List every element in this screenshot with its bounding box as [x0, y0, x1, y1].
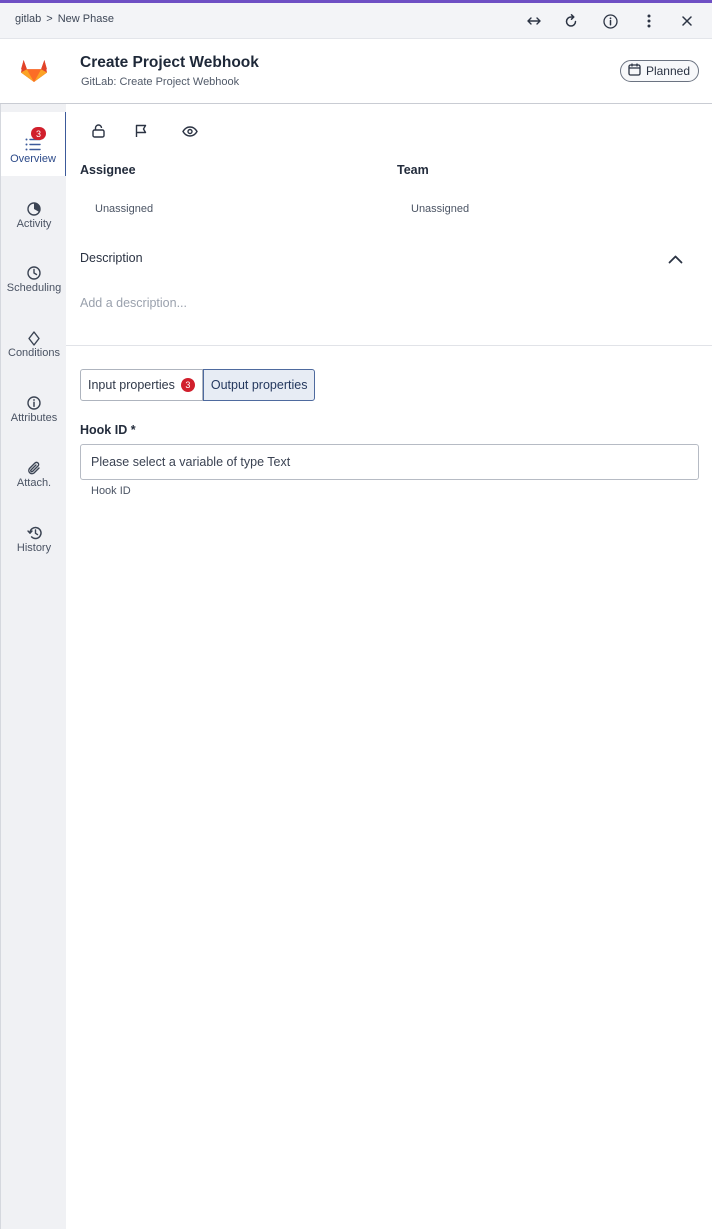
main-panel: Assignee Unassigned Team Unassigned Desc…	[66, 104, 712, 1229]
hook-id-help: Hook ID	[91, 485, 131, 497]
sidebar-item-label: Attributes	[10, 412, 58, 424]
sidebar-item-history[interactable]: History	[1, 501, 67, 565]
calendar-icon	[628, 63, 641, 79]
assignee-value[interactable]: Unassigned	[95, 203, 153, 215]
sidebar-item-overview[interactable]: 3 Overview	[1, 112, 67, 176]
more-vertical-icon[interactable]	[637, 9, 661, 33]
tab-output-properties[interactable]: Output properties	[202, 369, 316, 401]
sidebar-item-label: Activity	[16, 218, 52, 230]
team-label: Team	[397, 163, 429, 177]
eye-icon[interactable]	[180, 121, 200, 141]
breadcrumb-separator: >	[46, 13, 53, 25]
description-input[interactable]: Add a description...	[80, 296, 187, 310]
diamond-icon	[28, 330, 40, 346]
tab-label: Output properties	[210, 378, 308, 392]
gitlab-logo	[18, 53, 50, 85]
sidebar-item-scheduling[interactable]: Scheduling	[1, 241, 67, 305]
paperclip-icon	[27, 460, 41, 476]
sidebar-item-label: History	[16, 542, 52, 554]
assignee-label: Assignee	[80, 163, 136, 177]
clock-icon	[27, 265, 41, 281]
sidebar-item-label: Conditions	[8, 347, 60, 359]
hook-id-input[interactable]	[80, 444, 699, 480]
info-icon	[27, 395, 41, 411]
sidebar-item-label: Attach.	[16, 477, 52, 489]
phase-header: Create Project Webhook GitLab: Create Pr…	[0, 39, 712, 104]
page-subtitle: GitLab: Create Project Webhook	[81, 76, 240, 88]
history-icon	[26, 525, 42, 541]
sidebar: 3 Overview Activity Scheduling Condition…	[0, 104, 67, 1229]
window-titlebar: gitlab > New Phase	[0, 3, 712, 39]
status-label: Planned	[645, 64, 690, 78]
sidebar-item-label: Scheduling	[6, 282, 62, 294]
sidebar-item-attachments[interactable]: Attach.	[1, 436, 67, 500]
sidebar-item-conditions[interactable]: Conditions	[1, 306, 67, 370]
properties-tabs: Input properties 3 Output properties	[80, 369, 316, 401]
activity-icon	[27, 201, 41, 217]
breadcrumb: gitlab > New Phase	[15, 13, 114, 25]
section-divider	[66, 345, 712, 346]
sidebar-item-label: Overview	[10, 153, 56, 165]
team-value[interactable]: Unassigned	[411, 203, 469, 215]
status-badge[interactable]: Planned	[619, 60, 699, 82]
hook-id-label: Hook ID *	[80, 423, 136, 437]
breadcrumb-root[interactable]: gitlab	[15, 13, 41, 25]
tab-label: Input properties	[88, 378, 175, 392]
input-properties-badge: 3	[180, 378, 195, 392]
chevron-up-icon[interactable]	[664, 250, 686, 268]
overview-badge: 3	[31, 127, 46, 140]
flag-icon[interactable]	[131, 121, 151, 141]
page-title: Create Project Webhook	[80, 54, 259, 71]
close-icon[interactable]	[675, 9, 699, 33]
list-icon: 3	[25, 127, 46, 152]
unlock-icon[interactable]	[88, 121, 108, 141]
sidebar-item-activity[interactable]: Activity	[1, 177, 67, 241]
breadcrumb-current: New Phase	[57, 13, 114, 25]
refresh-icon[interactable]	[559, 9, 583, 33]
expand-horizontal-icon[interactable]	[522, 9, 546, 33]
tab-input-properties[interactable]: Input properties 3	[80, 369, 203, 401]
description-title: Description	[80, 251, 143, 265]
sidebar-item-attributes[interactable]: Attributes	[1, 371, 67, 435]
info-icon[interactable]	[598, 9, 622, 33]
